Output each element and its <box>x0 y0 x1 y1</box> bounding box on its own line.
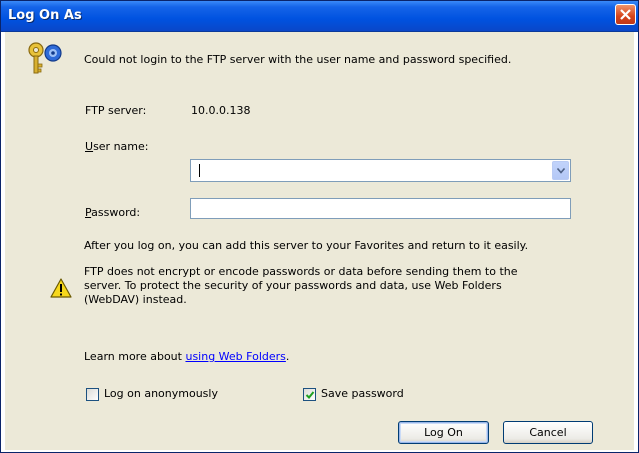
log-on-button[interactable]: Log On <box>398 421 489 444</box>
info-text: After you log on, you can add this serve… <box>84 239 529 252</box>
username-dropdown-button[interactable] <box>552 161 569 180</box>
password-label-rest: assword: <box>91 206 141 219</box>
username-label-rest: ser name: <box>93 140 149 153</box>
window-title: Log On As <box>8 8 82 23</box>
ftp-server-value: 10.0.0.138 <box>191 104 251 117</box>
close-button[interactable] <box>615 4 636 25</box>
checkmark-icon <box>305 391 315 399</box>
warning-line-1: FTP does not encrypt or encode passwords… <box>84 265 518 278</box>
warning-icon <box>50 278 72 298</box>
error-message: Could not login to the FTP server with t… <box>84 53 512 66</box>
cancel-button[interactable]: Cancel <box>503 421 593 444</box>
learn-more-suffix: . <box>285 350 290 363</box>
username-combobox[interactable] <box>190 159 571 182</box>
dialog-body: Could not login to the FTP server with t… <box>5 32 634 450</box>
text-cursor <box>199 164 200 177</box>
web-folders-link[interactable]: using Web Folders <box>185 350 285 363</box>
password-label: Password: <box>85 206 141 219</box>
anonymous-checkbox[interactable] <box>86 388 99 401</box>
ftp-server-label: FTP server: <box>85 104 147 117</box>
username-label: User name: <box>85 140 149 153</box>
key-icon <box>28 42 62 74</box>
close-icon <box>620 9 631 20</box>
save-password-label[interactable]: Save password <box>321 387 404 400</box>
anonymous-label[interactable]: Log on anonymously <box>104 387 218 400</box>
warning-line-3: (WebDAV) instead. <box>84 293 187 306</box>
learn-more-text: Learn more about using Web Folders. <box>84 350 289 363</box>
warning-line-2: server. To protect the security of your … <box>84 279 502 292</box>
save-password-checkbox[interactable] <box>303 388 316 401</box>
title-bar[interactable]: Log On As <box>1 1 638 32</box>
password-field[interactable] <box>190 198 571 219</box>
log-on-as-dialog: Log On As Could not login to the FTP ser… <box>0 0 639 453</box>
learn-more-prefix: Learn more about <box>84 350 186 363</box>
chevron-down-icon <box>557 168 565 174</box>
